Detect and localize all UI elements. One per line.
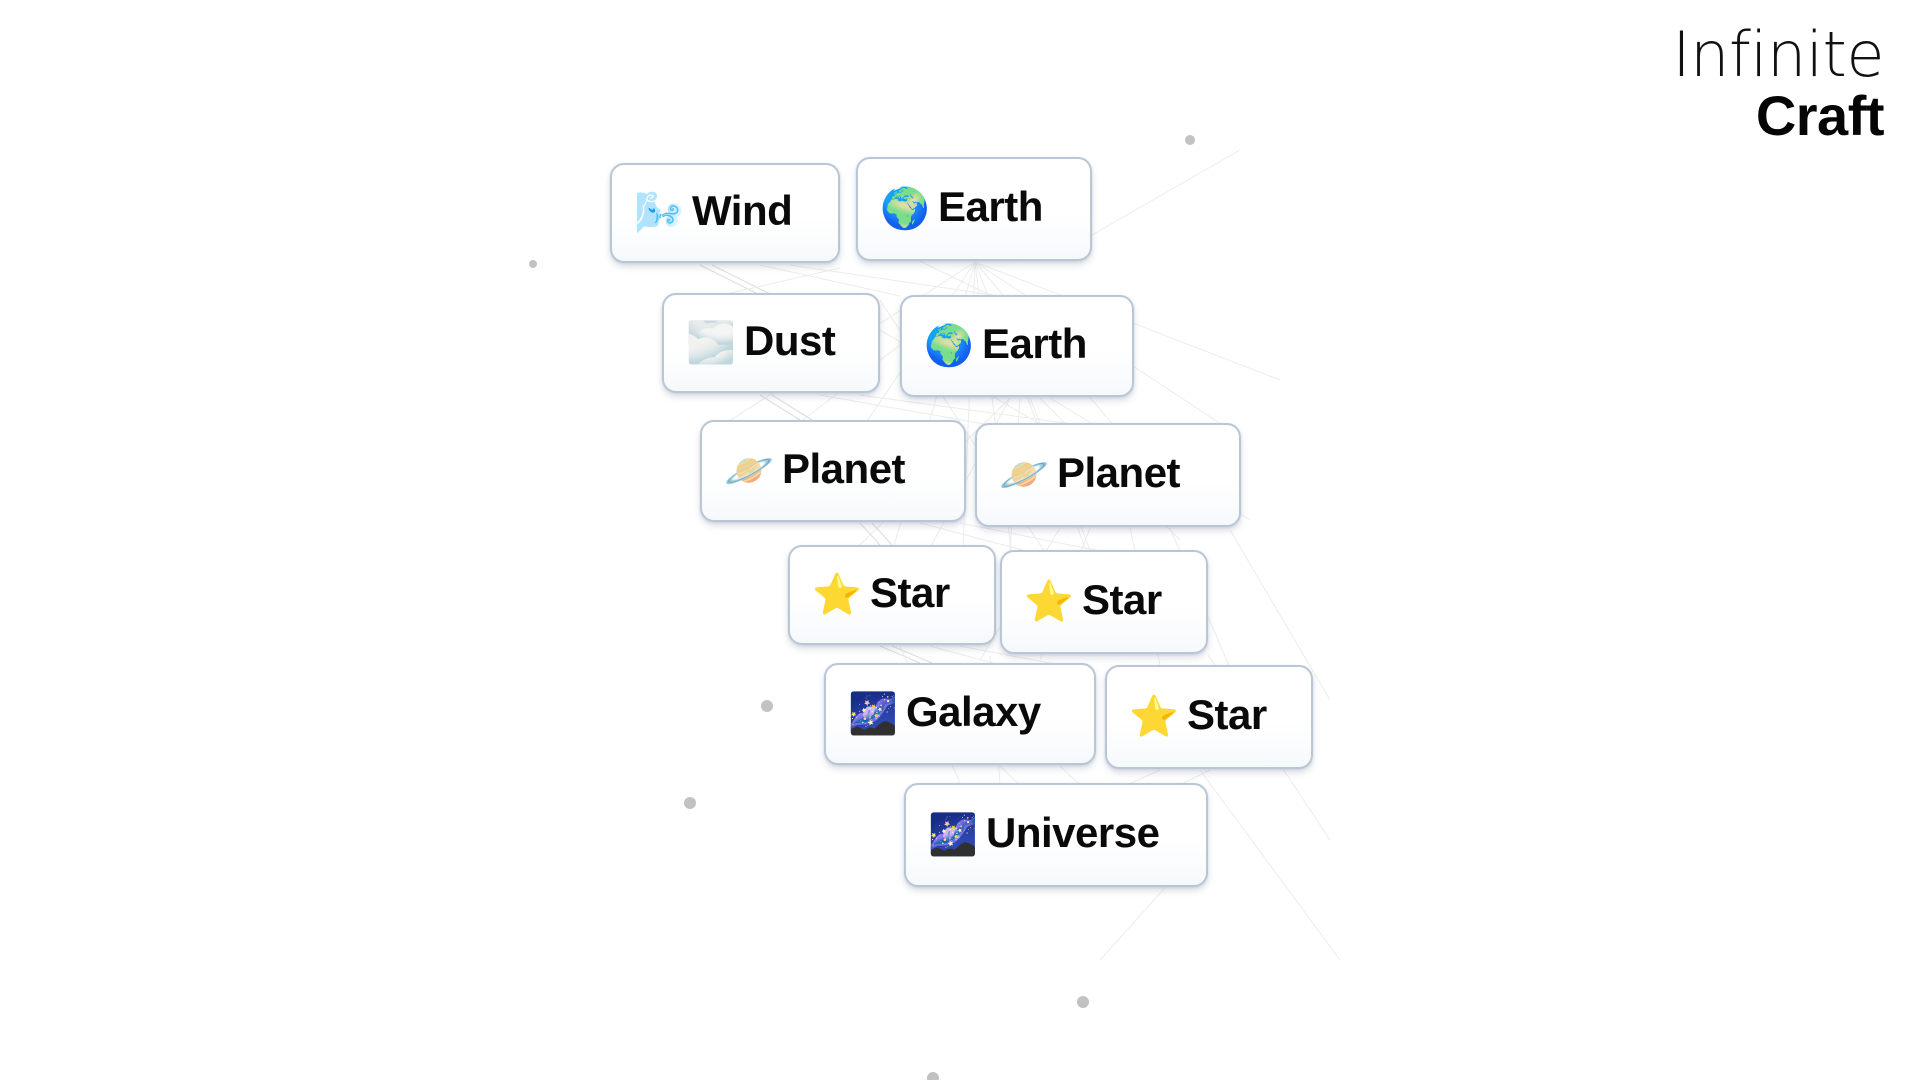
element-card-star-2[interactable]: ⭐ Star bbox=[1000, 550, 1208, 654]
ringed-planet-emoji: 🪐 bbox=[999, 452, 1049, 498]
app-logo-line-1: Infinite bbox=[1672, 18, 1884, 91]
element-card-planet-2[interactable]: 🪐 Planet bbox=[975, 423, 1241, 527]
star-emoji: ⭐ bbox=[1024, 579, 1074, 625]
element-card-label: Star bbox=[870, 569, 950, 616]
element-card-earth-1[interactable]: 🌍 Earth bbox=[856, 157, 1092, 261]
element-card-star-3[interactable]: ⭐ Star bbox=[1105, 665, 1313, 769]
app-logo-line-2: Craft bbox=[1755, 83, 1885, 147]
element-card-label: Wind bbox=[692, 187, 793, 234]
element-card-label: Universe bbox=[986, 809, 1160, 856]
element-card-label: Dust bbox=[744, 317, 836, 364]
element-card-galaxy[interactable]: 🌌 Galaxy bbox=[824, 663, 1096, 765]
fog-emoji: 🌫️ bbox=[686, 320, 736, 366]
element-card-label: Planet bbox=[1057, 449, 1181, 496]
earth-globe-emoji: 🌍 bbox=[924, 323, 974, 369]
element-card-label: Earth bbox=[982, 320, 1087, 367]
element-card-label: Galaxy bbox=[906, 688, 1041, 735]
element-card-universe[interactable]: 🌌 Universe bbox=[904, 783, 1208, 887]
element-card-label: Star bbox=[1082, 576, 1162, 623]
element-card-earth-2[interactable]: 🌍 Earth bbox=[900, 295, 1134, 397]
star-emoji: ⭐ bbox=[812, 572, 862, 618]
element-card-label: Star bbox=[1187, 691, 1267, 738]
infinite-craft-canvas[interactable]: 🌬️ Wind 🌍 Earth 🌫️ Dust 🌍 Earth 🪐 Planet… bbox=[0, 0, 1920, 1080]
element-card-star-1[interactable]: ⭐ Star bbox=[788, 545, 996, 645]
wind-face-emoji: 🌬️ bbox=[634, 190, 684, 236]
ringed-planet-emoji: 🪐 bbox=[724, 448, 774, 494]
element-card-planet-1[interactable]: 🪐 Planet bbox=[700, 420, 966, 522]
milky-way-emoji: 🌌 bbox=[928, 812, 978, 858]
element-card-wind[interactable]: 🌬️ Wind bbox=[610, 163, 840, 263]
element-card-label: Planet bbox=[782, 445, 906, 492]
element-card-dust[interactable]: 🌫️ Dust bbox=[662, 293, 880, 393]
element-card-label: Earth bbox=[938, 183, 1043, 230]
milky-way-emoji: 🌌 bbox=[848, 691, 898, 737]
star-emoji: ⭐ bbox=[1129, 694, 1179, 740]
earth-globe-emoji: 🌍 bbox=[880, 186, 930, 232]
app-logo: Infinite Craft bbox=[1672, 18, 1885, 147]
